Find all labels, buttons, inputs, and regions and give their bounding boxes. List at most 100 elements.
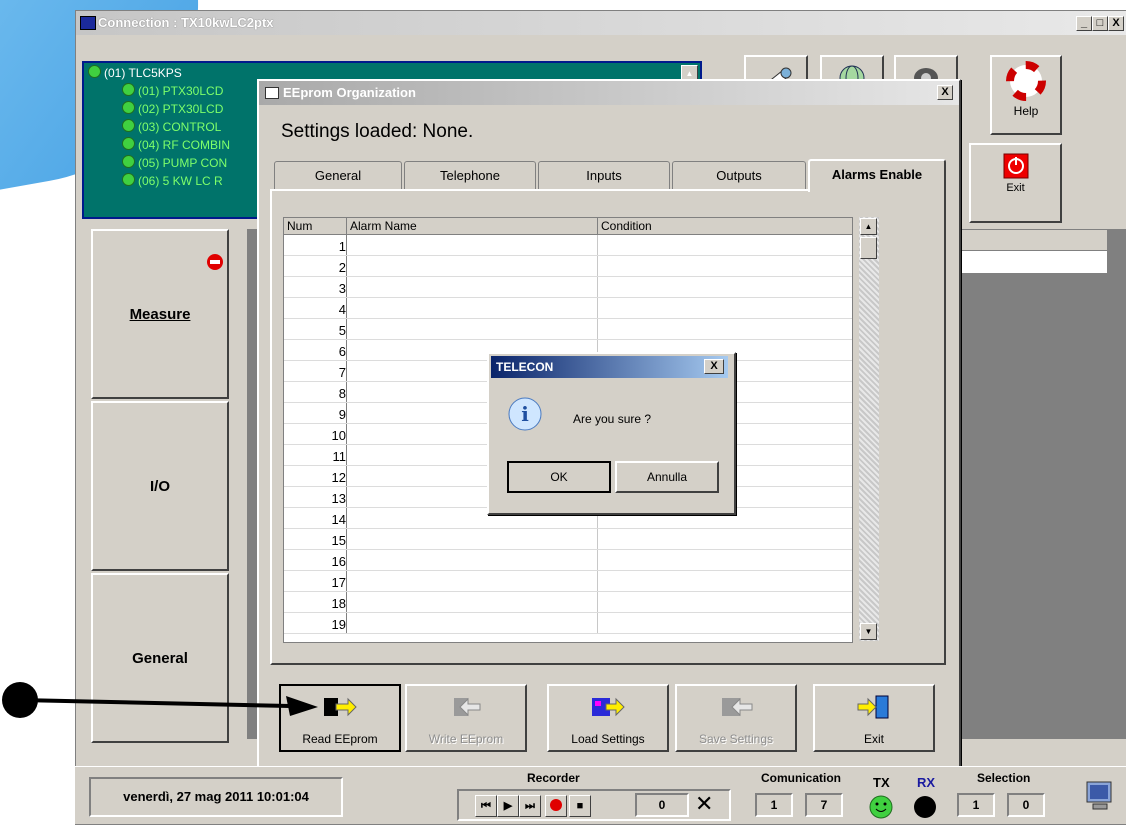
maximize-button[interactable]: □ (1092, 16, 1108, 31)
minimize-button[interactable]: _ (1076, 16, 1092, 31)
eeprom-close-button[interactable]: X (937, 85, 953, 100)
confirm-message-box: TELECON X i Are you sure ? OK Annulla (487, 352, 736, 515)
column-header-alarm-name[interactable]: Alarm Name (347, 218, 598, 235)
scroll-down-button[interactable]: ▼ (860, 623, 877, 640)
alarm-name-cell[interactable] (347, 592, 598, 612)
tree-item-label: (04) RF COMBIN (138, 138, 231, 152)
window-icon (265, 87, 279, 99)
exit-app-label: Exit (1006, 182, 1025, 194)
computer-icon (1086, 781, 1112, 810)
table-row[interactable]: 3 (284, 277, 852, 298)
tree-item[interactable]: (01) PTX30LCD (122, 83, 223, 98)
write-eeprom-label: Write EEprom (428, 732, 504, 746)
alarm-name-cell[interactable] (347, 550, 598, 570)
alarm-name-cell[interactable] (347, 529, 598, 549)
row-number: 14 (284, 508, 347, 528)
table-row[interactable]: 5 (284, 319, 852, 340)
tab-general[interactable]: General (274, 161, 402, 190)
row-number: 13 (284, 487, 347, 507)
tree-item[interactable]: (05) PUMP CON (122, 155, 227, 170)
tab-alarms-enable[interactable]: Alarms Enable (808, 159, 946, 192)
row-number: 10 (284, 424, 347, 444)
annotation-arrow (2, 682, 318, 718)
exit-app-button[interactable]: Exit (969, 143, 1062, 223)
row-number: 9 (284, 403, 347, 423)
write-eeprom-button[interactable]: Write EEprom (405, 684, 527, 752)
save-settings-button[interactable]: Save Settings (675, 684, 797, 752)
row-number: 8 (284, 382, 347, 402)
close-button[interactable]: X (1108, 16, 1124, 31)
step-forward-button[interactable]: ⏭ (519, 795, 541, 817)
cancel-button[interactable]: Annulla (615, 461, 719, 493)
help-button[interactable]: Help (990, 55, 1062, 135)
stop-button[interactable]: ■ (569, 795, 591, 817)
row-number: 7 (284, 361, 347, 381)
svg-text:i: i (521, 402, 529, 426)
load-settings-button[interactable]: Load Settings (547, 684, 669, 752)
tree-item[interactable]: (03) CONTROL (122, 119, 221, 134)
column-header-condition[interactable]: Condition (598, 218, 852, 235)
ok-button[interactable]: OK (507, 461, 611, 493)
row-number: 11 (284, 445, 347, 465)
alarm-name-cell[interactable] (347, 613, 598, 633)
eeprom-dialog-title: EEprom Organization (283, 85, 416, 100)
message-box-titlebar[interactable]: TELECON X (491, 356, 728, 378)
message-box-close-button[interactable]: X (704, 359, 724, 374)
info-icon: i (508, 397, 542, 431)
table-row[interactable]: 2 (284, 256, 852, 277)
row-number: 1 (284, 235, 347, 255)
row-number: 17 (284, 571, 347, 591)
alarm-name-cell[interactable] (347, 298, 598, 318)
table-row[interactable]: 18 (284, 592, 852, 613)
alarm-name-cell[interactable] (347, 235, 598, 255)
grid-scrollbar[interactable]: ▲ ▼ (859, 217, 879, 641)
rx-indicator-icon (914, 796, 936, 818)
scroll-up-button[interactable]: ▲ (860, 218, 877, 235)
table-row[interactable]: 4 (284, 298, 852, 319)
eeprom-dialog-titlebar[interactable]: EEprom Organization X (259, 81, 959, 105)
tree-item-label: (06) 5 KW LC R (138, 174, 223, 188)
exit-label: Exit (863, 732, 884, 746)
table-row[interactable]: 16 (284, 550, 852, 571)
tree-item-label: (02) PTX30LCD (138, 102, 224, 116)
tree-item[interactable]: (02) PTX30LCD (122, 101, 223, 116)
cancel-recorder-icon[interactable]: ✕ (695, 791, 713, 817)
main-titlebar[interactable]: Connection : TX10kwLC2ptx _ □ X (76, 11, 1126, 35)
tree-item[interactable]: (06) 5 KW LC R (122, 173, 223, 188)
record-icon (550, 799, 562, 811)
rewind-button[interactable]: ⏮ (475, 795, 497, 817)
alarm-name-cell[interactable] (347, 256, 598, 276)
record-button[interactable] (545, 795, 567, 817)
ok-status-icon (122, 119, 135, 132)
io-nav-button[interactable]: I/O (91, 401, 229, 571)
tab-telephone[interactable]: Telephone (404, 161, 536, 190)
datetime-display: venerdì, 27 mag 2011 10:01:04 (89, 777, 343, 817)
recorder-label: Recorder (527, 771, 580, 785)
alarm-name-cell[interactable] (347, 571, 598, 591)
ok-status-icon (122, 173, 135, 186)
tree-item-label: (03) CONTROL (138, 120, 222, 134)
row-number: 2 (284, 256, 347, 276)
column-header-num[interactable]: Num (284, 218, 347, 235)
table-row[interactable]: 15 (284, 529, 852, 550)
alarm-name-cell[interactable] (347, 319, 598, 339)
alarm-name-cell[interactable] (347, 277, 598, 297)
tab-inputs[interactable]: Inputs (538, 161, 670, 190)
ok-status-icon (122, 137, 135, 150)
table-row[interactable]: 19 (284, 613, 852, 634)
scroll-thumb[interactable] (860, 237, 877, 259)
exit-button[interactable]: Exit (813, 684, 935, 752)
table-row[interactable]: 1 (284, 235, 852, 256)
tree-root[interactable]: (01) TLC5KPS (88, 65, 182, 80)
write-arrow-icon (454, 697, 481, 717)
tab-outputs[interactable]: Outputs (672, 161, 806, 190)
selection-value-1: 1 (957, 793, 995, 817)
ok-status-icon (88, 65, 101, 78)
play-button[interactable]: ▶ (497, 795, 519, 817)
table-row[interactable]: 17 (284, 571, 852, 592)
load-settings-label: Load Settings (571, 732, 645, 746)
row-number: 3 (284, 277, 347, 297)
tree-item[interactable]: (04) RF COMBIN (122, 137, 230, 152)
lifebuoy-icon (1006, 61, 1046, 101)
row-number: 19 (284, 613, 347, 633)
